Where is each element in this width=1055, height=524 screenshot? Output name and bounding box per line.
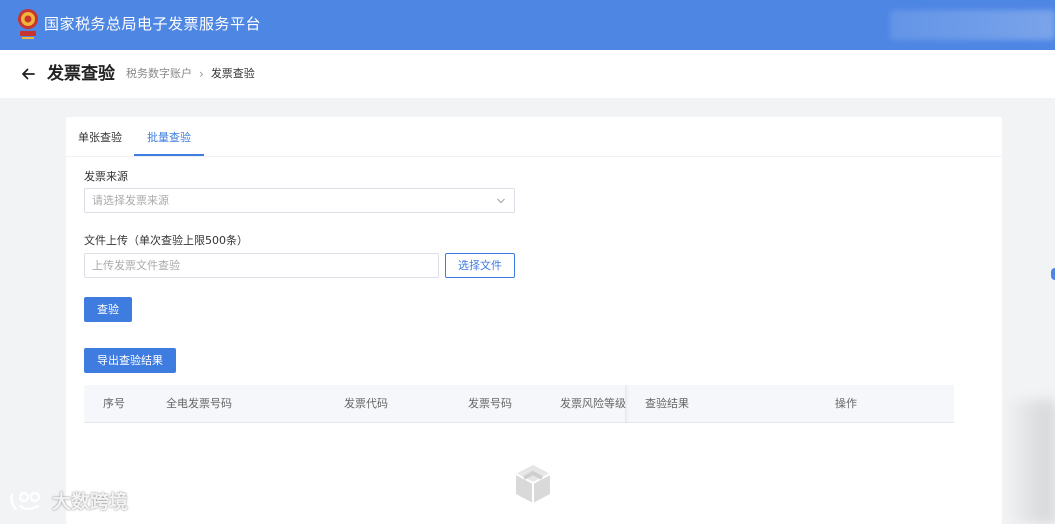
tax-emblem-icon (18, 9, 38, 39)
breadcrumb: 税务数字账户 › 发票查验 (126, 67, 255, 81)
tab-batch-verify[interactable]: 批量查验 (147, 131, 191, 145)
choose-file-button[interactable]: 选择文件 (445, 253, 515, 278)
column-header-invoice-number: 发票号码 (468, 397, 512, 410)
column-header-invoice-code: 发票代码 (344, 397, 388, 410)
side-shadow (1005, 400, 1055, 524)
chevron-down-icon (497, 198, 505, 204)
watermark-text: 大数跨境 (52, 491, 129, 513)
fixed-column-shadow (625, 385, 629, 423)
source-select-placeholder: 请选择发票来源 (92, 194, 169, 207)
source-select[interactable]: 请选择发票来源 (84, 188, 515, 213)
results-table-header: 序号 全电发票号码 发票代码 发票号码 发票风险等级 查验结果 操作 (84, 385, 954, 423)
column-header-index: 序号 (103, 397, 125, 410)
upload-file-input[interactable] (84, 253, 439, 278)
tab-single-verify[interactable]: 单张查验 (78, 131, 122, 145)
breadcrumb-parent[interactable]: 税务数字账户 (126, 67, 192, 81)
site-title: 国家税务总局电子发票服务平台 (44, 15, 262, 33)
tab-bar: 单张查验 批量查验 (66, 117, 1002, 157)
page-title: 发票查验 (47, 64, 115, 84)
export-results-button[interactable]: 导出查验结果 (84, 348, 176, 373)
side-handle[interactable] (1051, 268, 1055, 280)
verify-button[interactable]: 查验 (84, 297, 132, 322)
user-info-area[interactable] (890, 10, 1055, 40)
column-header-actions: 操作 (835, 397, 857, 410)
source-label: 发票来源 (84, 170, 128, 183)
column-header-e-invoice-number: 全电发票号码 (166, 397, 232, 410)
column-header-risk-level: 发票风险等级 (560, 397, 626, 410)
watermark-logo-icon (10, 491, 41, 511)
top-header: 国家税务总局电子发票服务平台 (0, 0, 1055, 50)
active-tab-indicator (134, 154, 204, 156)
breadcrumb-current: 发票查验 (210, 67, 255, 80)
empty-box-icon (515, 465, 551, 503)
watermark: 大数跨境 (8, 489, 128, 515)
verify-card: 单张查验 批量查验 发票来源 请选择发票来源 文件上传（单次查验上限500条） … (66, 117, 1002, 524)
column-header-verify-result: 查验结果 (645, 397, 689, 410)
page-header: 发票查验 税务数字账户 › 发票查验 (0, 50, 1055, 98)
upload-label: 文件上传（单次查验上限500条） (84, 234, 248, 247)
breadcrumb-separator: › (199, 67, 204, 81)
arrow-left-icon[interactable] (20, 66, 36, 82)
